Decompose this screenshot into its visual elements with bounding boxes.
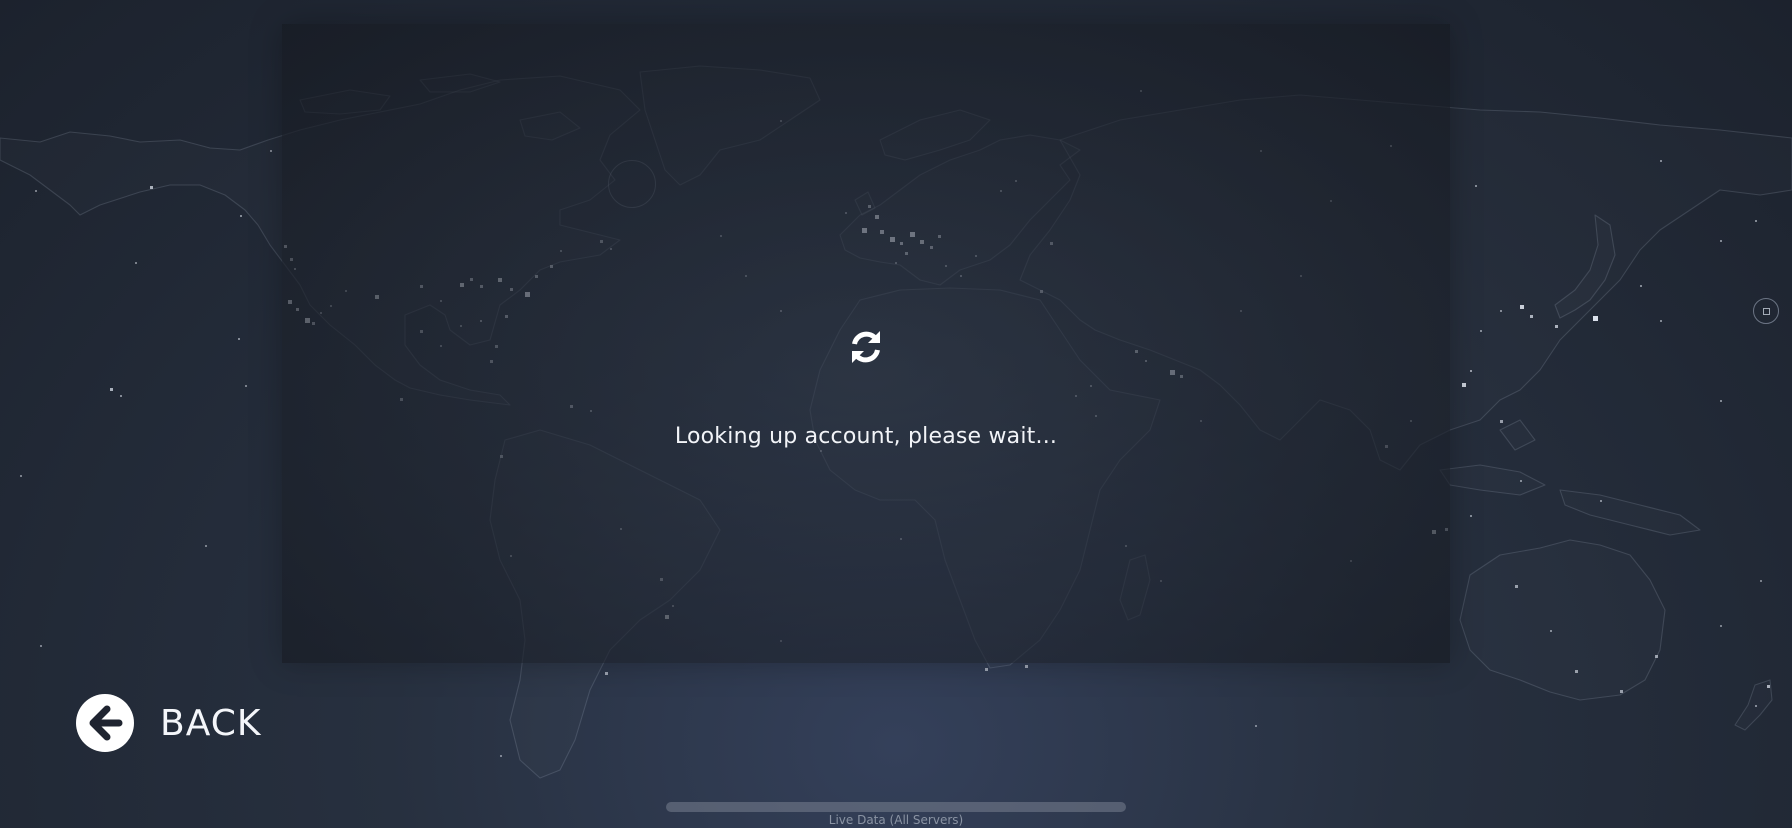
- screen-root: Looking up account, please wait... BACK …: [0, 0, 1792, 828]
- continent-australia: [1459, 539, 1666, 701]
- back-icon-circle[interactable]: [76, 694, 134, 752]
- refresh-icon: [852, 331, 880, 363]
- islands-se-asia: [1439, 419, 1701, 536]
- horizontal-scrollbar[interactable]: [666, 802, 1126, 812]
- loading-dialog: Looking up account, please wait...: [282, 24, 1450, 663]
- status-message: Looking up account, please wait...: [674, 424, 1058, 449]
- arrow-left-icon: [89, 705, 123, 741]
- back-label[interactable]: BACK: [160, 703, 261, 744]
- back-button[interactable]: BACK: [76, 693, 261, 753]
- footer-label: Live Data (All Servers): [828, 813, 964, 827]
- islands-new-zealand: [1734, 679, 1773, 731]
- map-location-marker-right[interactable]: [1753, 298, 1779, 324]
